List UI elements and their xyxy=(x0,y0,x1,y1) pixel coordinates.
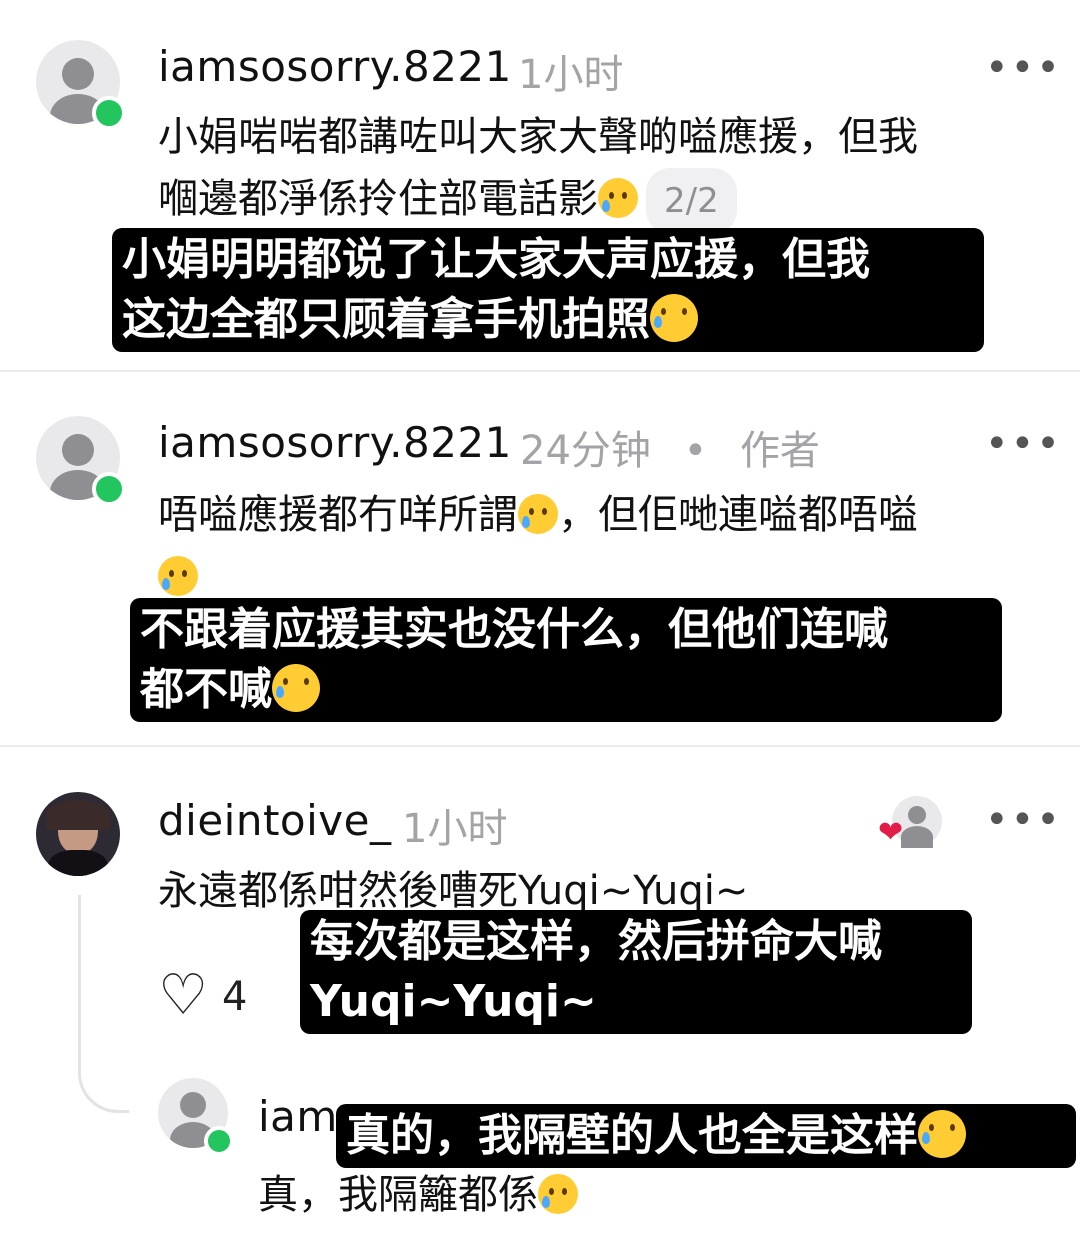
caption-line: 每次都是这样，然后拼命大喊 xyxy=(310,916,882,967)
comment-text-line: 嗰邊都淨係拎住部電話影 xyxy=(158,176,598,222)
caption-line: 真的，我隔壁的人也全是这样 xyxy=(346,1110,918,1161)
comment-time: 1小时 xyxy=(518,52,624,98)
comment-time: 24分钟 • 作者 xyxy=(520,418,820,476)
comment-username[interactable]: dieintoive_ xyxy=(158,796,392,845)
more-icon[interactable]: ••• xyxy=(985,424,1062,464)
caption-line: 不跟着应援其实也没什么，但他们连喊 xyxy=(140,604,888,655)
comment-time-value: 24分钟 xyxy=(520,428,651,474)
smiling-face-with-tear-icon xyxy=(518,494,558,534)
smiling-face-with-tear-icon xyxy=(598,178,638,218)
smiling-face-with-tear-icon xyxy=(650,294,698,342)
caption-line: 小娟明明都说了让大家大声应援，但我 xyxy=(122,234,870,285)
subtitle-caption: 每次都是这样，然后拼命大喊 Yuqi~Yuqi~ xyxy=(300,910,972,1034)
author-tag: 作者 xyxy=(739,428,820,474)
comment-username[interactable]: iamsosorry.8221 xyxy=(158,42,512,91)
loudly-crying-face-icon xyxy=(538,1174,578,1214)
crying-face-icon xyxy=(272,664,320,712)
subtitle-caption: 小娟明明都说了让大家大声应援，但我 这边全都只顾着拿手机拍照 xyxy=(112,228,984,352)
avatar[interactable] xyxy=(36,792,120,876)
comment-time: 1小时 xyxy=(402,806,508,852)
comment-text-line: 小娟啱啱都講咗叫大家大聲啲嗌應援，但我 xyxy=(158,114,918,160)
comment-text-line: ，但佢哋連嗌都唔嗌 xyxy=(558,492,918,538)
like-count: 4 xyxy=(222,974,248,1020)
online-status-icon xyxy=(204,1126,234,1156)
more-icon[interactable]: ••• xyxy=(985,48,1062,88)
crying-face-icon xyxy=(158,556,198,596)
comment-text: 唔嗌應援都冇咩所謂 ，但佢哋連嗌都唔嗌 xyxy=(158,484,1038,608)
comment-text: 小娟啱啱都講咗叫大家大聲啲嗌應援，但我 嗰邊都淨係拎住部電話影 2/2 xyxy=(158,106,918,234)
heart-icon[interactable]: ♡ xyxy=(158,968,208,1024)
subtitle-caption: 不跟着应援其实也没什么，但他们连喊 都不喊 xyxy=(130,598,1002,722)
thread-line xyxy=(78,895,129,1113)
online-status-icon xyxy=(92,96,126,130)
separator-dot: • xyxy=(683,428,708,474)
comment-text-line: 唔嗌應援都冇咩所謂 xyxy=(158,492,518,538)
subtitle-caption: 真的，我隔壁的人也全是这样 xyxy=(336,1104,1076,1168)
online-status-icon xyxy=(92,472,126,506)
reply-text-line: 真，我隔籬都係 xyxy=(258,1172,538,1218)
caption-line: 这边全都只顾着拿手机拍照 xyxy=(122,294,650,345)
divider xyxy=(0,370,1080,372)
page-badge[interactable]: 2/2 xyxy=(646,168,737,234)
reply-username[interactable]: iam xyxy=(258,1092,338,1141)
caption-line: 都不喊 xyxy=(140,664,272,715)
divider xyxy=(0,745,1080,747)
comment-username[interactable]: iamsosorry.8221 xyxy=(158,418,512,467)
more-icon[interactable]: ••• xyxy=(985,800,1062,840)
reply-text: 真，我隔籬都係 xyxy=(258,1164,578,1226)
caption-line: Yuqi~Yuqi~ xyxy=(310,976,597,1027)
heart-icon: ❤ xyxy=(878,815,904,850)
loudly-crying-face-icon xyxy=(918,1110,966,1158)
